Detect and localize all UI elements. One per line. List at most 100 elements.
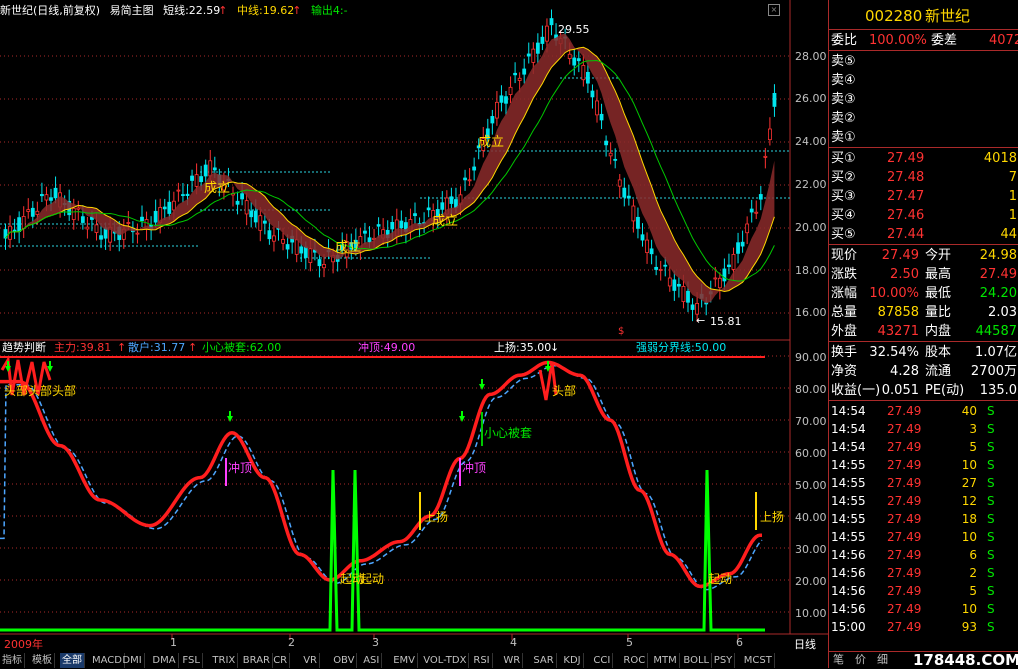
tab-全部[interactable]: 全部 — [60, 653, 85, 668]
annotation-head: 头部 — [4, 384, 29, 398]
stock-title: 002280 新世纪 — [829, 4, 1018, 28]
candle-body — [140, 216, 144, 222]
ind-y-tick: 90.00 — [795, 351, 827, 364]
stat-value: 0.051 — [881, 383, 919, 398]
tick-side: S — [987, 584, 995, 598]
footer-tab[interactable]: 价 — [855, 652, 866, 668]
buy-price: 27.48 — [887, 170, 925, 185]
stat-value: 24.98 — [979, 248, 1017, 263]
candle-body — [626, 195, 631, 199]
retail-arrow-icon: ↑ — [188, 341, 198, 354]
tick-side: S — [987, 548, 995, 562]
candle-body — [194, 174, 199, 187]
tab-wr[interactable]: WR — [501, 653, 524, 668]
stat-label: 流通 — [925, 364, 952, 379]
tab-mcst[interactable]: MCST — [742, 653, 775, 668]
tab-boll[interactable]: BOLL — [681, 653, 713, 668]
buy-price: 27.46 — [887, 208, 925, 223]
tab-emv[interactable]: EMV — [391, 653, 418, 668]
sell-level-row[interactable]: 卖① — [829, 128, 1018, 147]
buy-level-row[interactable]: 买① 27.49 4018 — [829, 149, 1018, 168]
candle-body — [190, 175, 194, 181]
buy-level-label: 买① — [831, 151, 856, 166]
tab-trix[interactable]: TRIX — [210, 653, 239, 668]
weibi-value: 100.00% — [869, 33, 927, 48]
tick-time: 14:54 — [831, 440, 866, 454]
candle-body — [285, 244, 290, 250]
buy-level-row[interactable]: 买⑤ 27.44 44 — [829, 225, 1018, 244]
stat-row: 涨幅 10.00% 最低 24.20 — [829, 284, 1018, 303]
tick-volume: 93 — [961, 620, 977, 634]
x-label: 1 — [170, 636, 177, 649]
tab-sar[interactable]: SAR — [531, 653, 557, 668]
tab-rsi[interactable]: RSI — [471, 653, 493, 668]
indicator-grid — [0, 355, 790, 613]
candle-body — [17, 217, 22, 232]
tab-psy[interactable]: PSY — [712, 653, 736, 668]
stat-value: 24.20 — [979, 286, 1017, 301]
buy-level-row[interactable]: 买④ 27.46 1 — [829, 206, 1018, 225]
sell-level-row[interactable]: 卖② — [829, 109, 1018, 128]
tick-price: 27.49 — [887, 422, 922, 436]
stat-row: 总量 87858 量比 2.03 — [829, 303, 1018, 322]
stat-value: 27.49 — [979, 267, 1017, 282]
buy-level-row[interactable]: 买② 27.48 7 — [829, 168, 1018, 187]
stat-label: 收益(一) — [831, 383, 881, 398]
footer-tab[interactable]: 细 — [877, 652, 888, 668]
tick-row: 14:54 27.49 40 S — [829, 402, 1018, 420]
ind-y-tick: 10.00 — [795, 607, 827, 620]
candle-body — [677, 283, 681, 287]
tab-roc[interactable]: ROC — [621, 653, 649, 668]
tab-fsl[interactable]: FSL — [180, 653, 203, 668]
tab-asi[interactable]: ASI — [361, 653, 383, 668]
annotation-caution: 小心被套 — [484, 426, 533, 440]
main-force-arrow-icon: ↑ — [117, 341, 127, 354]
tick-volume: 10 — [961, 530, 977, 544]
tab-cci[interactable]: CCI — [591, 653, 614, 668]
buy-level-row[interactable]: 买③ 27.47 1 — [829, 187, 1018, 206]
candle-body — [490, 116, 495, 124]
candle-body — [576, 58, 581, 62]
candle-body — [549, 18, 554, 26]
stat-label: 量比 — [925, 305, 952, 320]
candle-body — [49, 197, 53, 201]
tab-指标[interactable]: 指标 — [0, 653, 25, 668]
tab-vol-tdx[interactable]: VOL-TDX — [421, 653, 470, 668]
indicator-name[interactable]: 趋势判断 — [2, 341, 46, 355]
tab-brar[interactable]: BRAR — [241, 653, 273, 668]
footer-tab[interactable]: 笔 — [833, 652, 844, 668]
tab-dma[interactable]: DMA — [150, 653, 179, 668]
tick-price: 27.49 — [887, 476, 922, 490]
tab-cr[interactable]: CR — [271, 653, 291, 668]
sell-level-row[interactable]: 卖⑤ — [829, 52, 1018, 71]
ind-y-tick: 40.00 — [795, 511, 827, 524]
candle-body — [317, 259, 322, 267]
candle-body — [208, 160, 213, 177]
tab-vr[interactable]: VR — [301, 653, 320, 668]
candle-body — [758, 194, 763, 200]
chart-svg: $ — [0, 0, 828, 640]
period-label[interactable]: 日线 — [794, 636, 816, 652]
candle-body — [258, 215, 263, 231]
candle-body — [272, 235, 276, 242]
stat-label: 外盘 — [831, 324, 858, 339]
tab-模板[interactable]: 模板 — [30, 653, 55, 668]
main-y-tick: 20.00 — [795, 221, 827, 234]
chart-area[interactable]: 新世纪(日线,前复权) 易简主图 短线:22.59↑ 中线:19.62↑ 输出4… — [0, 0, 828, 668]
candle-body — [617, 179, 622, 187]
tab-dmi[interactable]: DMI — [120, 653, 145, 668]
tab-obv[interactable]: OBV — [331, 653, 358, 668]
tab-mtm[interactable]: MTM — [651, 653, 680, 668]
candle-body — [631, 205, 636, 222]
stat-value: 1.07亿 — [975, 345, 1017, 360]
sell-level-row[interactable]: 卖④ — [829, 71, 1018, 90]
x-label: 5 — [626, 636, 633, 649]
signal-label: 成立 — [335, 240, 362, 255]
sell-level-row[interactable]: 卖③ — [829, 90, 1018, 109]
candle-body — [722, 268, 727, 282]
candle-body — [513, 72, 517, 76]
retail-label: 散户:31.77 — [128, 341, 186, 354]
tab-kdj[interactable]: KDJ — [561, 653, 584, 668]
candle-body — [162, 206, 167, 210]
candle-body — [645, 239, 649, 253]
